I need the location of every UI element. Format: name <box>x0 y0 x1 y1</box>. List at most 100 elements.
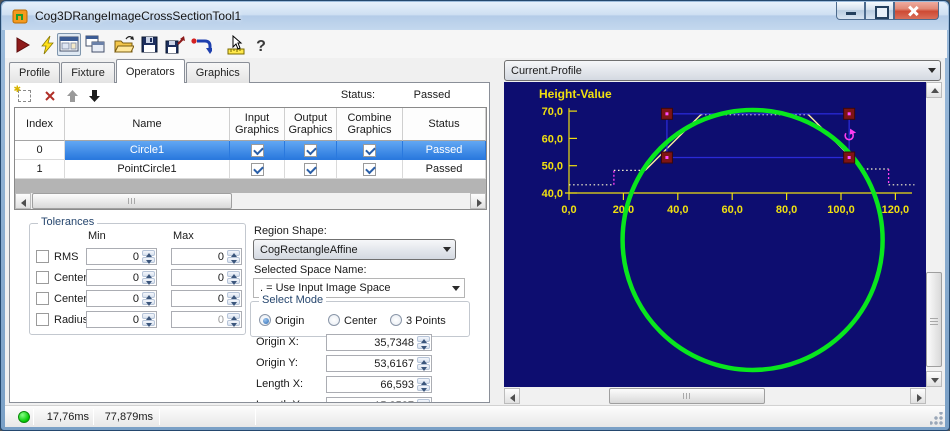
spin-down-button[interactable] <box>142 257 155 264</box>
scroll-thumb[interactable] <box>609 388 765 404</box>
spin-down-button[interactable] <box>417 364 430 371</box>
spin-down-button[interactable] <box>417 385 430 392</box>
help-button[interactable]: ? <box>249 33 273 56</box>
origin-x-value[interactable]: 35,7348 <box>327 335 417 350</box>
col-header-output-graphics[interactable]: Output Graphics <box>285 108 337 141</box>
tab-profile[interactable]: Profile <box>9 62 61 83</box>
radius-checkbox[interactable] <box>36 313 49 326</box>
spin-up-button[interactable] <box>142 292 155 299</box>
spin-up-button[interactable] <box>227 271 240 278</box>
minimize-button[interactable] <box>836 2 865 20</box>
rms-max-value[interactable]: 0 <box>172 249 227 264</box>
open-file-button[interactable] <box>111 33 135 56</box>
center-radio[interactable] <box>328 314 340 326</box>
spin-up-button[interactable] <box>417 378 430 385</box>
profile-chart[interactable]: Height-Value 70,0 60,0 50,0 40,0 0,0 20,0 40,0 6… <box>504 82 926 387</box>
length-x-value[interactable]: 66,593 <box>327 377 417 392</box>
radius-min-value[interactable]: 0 <box>87 312 142 327</box>
save-button[interactable] <box>137 33 161 56</box>
checkbox[interactable] <box>363 143 376 157</box>
spin-down-button[interactable] <box>142 278 155 285</box>
length-y-value[interactable]: 15,3537 <box>327 398 417 402</box>
col-header-index[interactable]: Index <box>15 108 65 141</box>
trigger-button[interactable] <box>35 33 59 56</box>
profile-chart-canvas[interactable]: Height-Value70,060,050,040,00,0 20,0 40,0 6… <box>504 82 926 387</box>
spin-down-button[interactable] <box>417 343 430 350</box>
chart-h-scrollbar[interactable] <box>504 388 926 404</box>
spin-down-button[interactable] <box>227 278 240 285</box>
col-header-status[interactable]: Status <box>403 108 486 141</box>
spin-down-button[interactable] <box>227 257 240 264</box>
three-points-radio-label[interactable]: 3 Points <box>406 315 446 327</box>
move-up-button[interactable] <box>63 87 81 104</box>
resize-grip[interactable] <box>930 412 943 425</box>
radius-max-value[interactable]: 0 <box>172 312 227 327</box>
scroll-right-arrow[interactable] <box>470 193 486 209</box>
scroll-thumb[interactable] <box>926 272 942 367</box>
spin-up-button[interactable] <box>417 336 430 343</box>
chart-v-scrollbar[interactable] <box>926 82 942 387</box>
spin-down-button[interactable] <box>142 320 155 327</box>
table-h-scrollbar[interactable] <box>15 193 486 209</box>
scroll-left-arrow[interactable] <box>504 388 520 404</box>
spin-up-button[interactable] <box>417 357 430 364</box>
centerx-min-value[interactable]: 0 <box>87 270 142 285</box>
spin-up-button[interactable] <box>417 399 430 402</box>
record-selector-combobox[interactable]: Current.Profile <box>504 60 941 81</box>
spin-up-button[interactable] <box>227 250 240 257</box>
origin-y-value[interactable]: 53,6167 <box>327 356 417 371</box>
checkbox[interactable] <box>304 162 317 176</box>
rms-min-value[interactable]: 0 <box>87 249 142 264</box>
spin-up-button[interactable] <box>142 313 155 320</box>
scroll-down-arrow[interactable] <box>926 371 942 387</box>
rms-checkbox[interactable] <box>36 250 49 263</box>
scroll-right-arrow[interactable] <box>910 388 926 404</box>
scroll-up-arrow[interactable] <box>926 82 942 98</box>
checkbox[interactable] <box>250 143 264 157</box>
spin-up-button[interactable] <box>142 250 155 257</box>
run-button[interactable] <box>10 33 34 56</box>
origin-radio-label[interactable]: Origin <box>275 315 304 327</box>
checkbox[interactable] <box>250 162 264 176</box>
move-down-button[interactable] <box>85 87 103 104</box>
checkbox[interactable] <box>363 162 376 176</box>
region-shape-combobox[interactable]: CogRectangleAffine <box>253 239 456 260</box>
col-header-combine-graphics[interactable]: Combine Graphics <box>337 108 403 141</box>
centerx-max-value[interactable]: 0 <box>172 270 227 285</box>
title-bar[interactable]: Cog3DRangeImageCrossSectionTool1 <box>2 2 948 30</box>
spin-up-button[interactable] <box>142 271 155 278</box>
three-points-radio[interactable] <box>390 314 402 326</box>
show-tool-window-button[interactable] <box>57 33 81 56</box>
maximize-button[interactable] <box>865 2 894 20</box>
tab-operators[interactable]: Operators <box>115 59 185 83</box>
centery-checkbox[interactable] <box>36 292 49 305</box>
spin-down-button[interactable] <box>227 320 240 327</box>
centerx-checkbox[interactable] <box>36 271 49 284</box>
tab-graphics[interactable]: Graphics <box>185 62 250 83</box>
save-as-button[interactable] <box>162 33 186 56</box>
spin-down-button[interactable] <box>142 299 155 306</box>
spin-down-button[interactable] <box>227 299 240 306</box>
centery-min-value[interactable]: 0 <box>87 291 142 306</box>
tab-fixture[interactable]: Fixture <box>61 62 115 83</box>
table-row[interactable]: 1 PointCircle1 Passed <box>15 160 486 179</box>
record-selector-value: Current.Profile <box>511 64 582 77</box>
spin-up-button[interactable] <box>227 292 240 299</box>
close-button[interactable] <box>894 2 939 20</box>
col-header-input-graphics[interactable]: Input Graphics <box>230 108 285 141</box>
reset-button[interactable] <box>189 33 213 56</box>
scroll-left-arrow[interactable] <box>15 193 31 209</box>
centery-max-value[interactable]: 0 <box>172 291 227 306</box>
spin-up-button[interactable] <box>227 313 240 320</box>
checkbox[interactable] <box>304 143 317 157</box>
add-operator-button[interactable]: ✱ <box>14 84 33 104</box>
center-radio-label[interactable]: Center <box>344 315 377 327</box>
table-row[interactable]: 0 Circle1 Passed <box>15 141 486 160</box>
delete-operator-button[interactable] <box>41 87 59 104</box>
electrode-button[interactable] <box>223 33 247 56</box>
float-window-button[interactable] <box>83 33 107 56</box>
scroll-thumb[interactable] <box>32 193 232 209</box>
col-header-name[interactable]: Name <box>65 108 230 141</box>
origin-radio[interactable] <box>259 314 271 326</box>
length-x-label: Length X: <box>256 378 304 390</box>
